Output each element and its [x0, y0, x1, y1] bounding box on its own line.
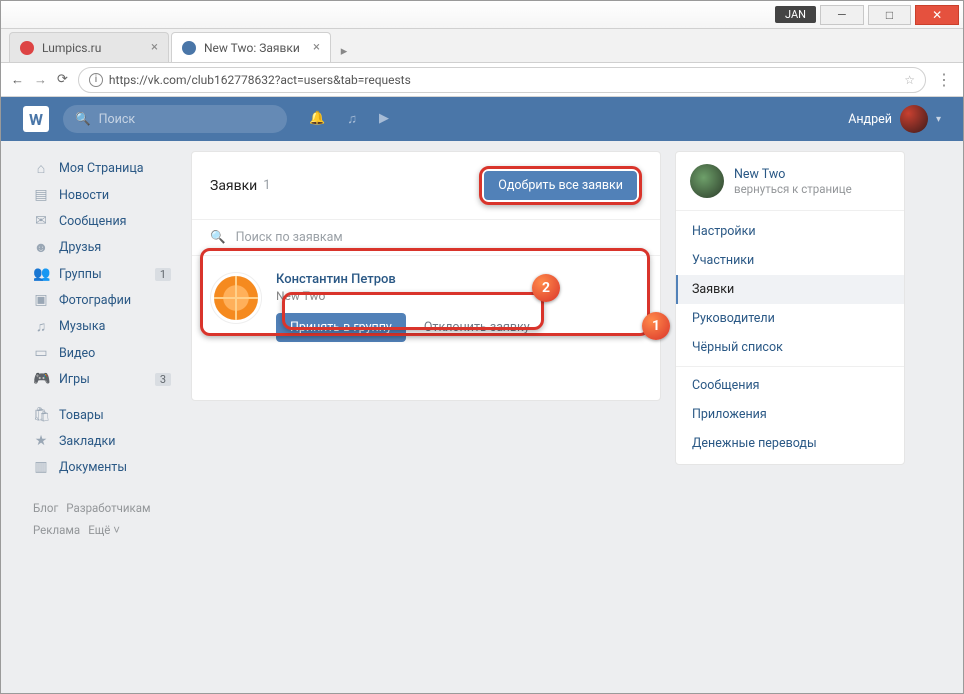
- new-tab-button[interactable]: ▸: [333, 40, 355, 62]
- rmenu-settings[interactable]: Настройки: [676, 217, 904, 246]
- vk-topbar: W 🔍 Поиск 🔔 ♫ ▶ Андрей ▾: [1, 97, 963, 141]
- music-nav-icon: ♫: [33, 318, 49, 335]
- search-placeholder: Поиск по заявкам: [236, 230, 343, 245]
- video-icon: ▭: [33, 345, 49, 361]
- games-icon: 🎮: [33, 371, 49, 387]
- group-name: New Two: [734, 167, 852, 182]
- nav-games[interactable]: 🎮Игры3: [27, 366, 177, 392]
- messages-icon: ✉: [33, 213, 49, 229]
- badge: 3: [155, 373, 171, 386]
- bookmarks-icon: ★: [33, 433, 49, 449]
- player-icon[interactable]: ▶: [379, 111, 389, 127]
- news-icon: ▤: [33, 187, 49, 203]
- photos-icon: ▣: [33, 292, 49, 308]
- home-icon: ⌂: [33, 160, 49, 177]
- nav-groups[interactable]: 👥Группы1: [27, 261, 177, 287]
- nav-goods[interactable]: 🛍Товары: [27, 402, 177, 428]
- reload-icon[interactable]: ⟳: [57, 72, 68, 87]
- window-titlebar: JAN — □ ✕: [1, 1, 963, 29]
- footer-link[interactable]: Блог: [33, 501, 58, 515]
- window-close-button[interactable]: ✕: [915, 5, 959, 25]
- window-maximize-button[interactable]: □: [868, 5, 912, 25]
- browser-tab-vk[interactable]: New Two: Заявки ×: [171, 32, 331, 62]
- tab-close-icon[interactable]: ×: [313, 40, 320, 55]
- vk-search-input[interactable]: 🔍 Поиск: [63, 105, 287, 133]
- browser-menu-icon[interactable]: ⋮: [936, 70, 953, 89]
- requests-panel: Заявки 1 Одобрить все заявки 🔍 Поиск по …: [191, 151, 661, 401]
- annotation-num-1: 1: [642, 312, 670, 340]
- search-placeholder: Поиск: [99, 112, 136, 127]
- site-info-icon[interactable]: i: [89, 73, 103, 87]
- right-card: New Two вернуться к странице Настройки У…: [675, 151, 905, 465]
- nav-bookmarks[interactable]: ★Закладки: [27, 428, 177, 454]
- rmenu-blacklist[interactable]: Чёрный список: [676, 333, 904, 362]
- documents-icon: ▥: [33, 459, 49, 475]
- left-footer: Блог Разработчикам Реклама Ещё ˅: [27, 498, 177, 542]
- nav-friends[interactable]: ☻Друзья: [27, 234, 177, 261]
- chevron-down-icon: ▾: [936, 114, 941, 125]
- annotation-num-2: 2: [532, 274, 560, 302]
- nav-messages[interactable]: ✉Сообщения: [27, 208, 177, 234]
- favicon-icon: [182, 41, 196, 55]
- group-back-link[interactable]: вернуться к странице: [734, 182, 852, 196]
- group-header[interactable]: New Two вернуться к странице: [676, 152, 904, 211]
- nav-video[interactable]: ▭Видео: [27, 340, 177, 366]
- approve-all-button[interactable]: Одобрить все заявки: [484, 171, 637, 200]
- left-nav: ⌂Моя Страница ▤Новости ✉Сообщения ☻Друзь…: [27, 151, 177, 693]
- browser-tab-lumpics[interactable]: Lumpics.ru ×: [9, 32, 169, 62]
- music-icon[interactable]: ♫: [347, 111, 357, 127]
- tab-title: New Two: Заявки: [204, 41, 300, 55]
- footer-link[interactable]: Ещё ˅: [88, 523, 120, 537]
- bookmark-star-icon[interactable]: ☆: [904, 73, 915, 87]
- browser-tabstrip: Lumpics.ru × New Two: Заявки × ▸: [1, 29, 963, 63]
- avatar: [900, 105, 928, 133]
- nav-my-page[interactable]: ⌂Моя Страница: [27, 155, 177, 182]
- tab-title: Lumpics.ru: [42, 41, 101, 55]
- menu-separator: [676, 366, 904, 367]
- rmenu-messages[interactable]: Сообщения: [676, 371, 904, 400]
- favicon-icon: [20, 41, 34, 55]
- nav-photos[interactable]: ▣Фотографии: [27, 287, 177, 313]
- titlebar-month: JAN: [775, 6, 816, 23]
- browser-address-bar: ← → ⟳ i https://vk.com/club162778632?act…: [1, 63, 963, 97]
- groups-icon: 👥: [33, 266, 49, 282]
- rmenu-transfers[interactable]: Денежные переводы: [676, 429, 904, 458]
- panel-count: 1: [263, 178, 270, 193]
- window-minimize-button[interactable]: —: [820, 5, 864, 25]
- url-text: https://vk.com/club162778632?act=users&t…: [109, 73, 411, 87]
- badge: 1: [155, 268, 171, 281]
- goods-icon: 🛍: [33, 407, 49, 423]
- panel-title: Заявки: [210, 178, 257, 194]
- url-input[interactable]: i https://vk.com/club162778632?act=users…: [78, 67, 926, 93]
- search-icon: 🔍: [75, 112, 91, 127]
- friends-icon: ☻: [33, 239, 49, 256]
- search-icon: 🔍: [210, 230, 226, 245]
- highlight-approve-all: Одобрить все заявки: [479, 166, 642, 205]
- nav-documents[interactable]: ▥Документы: [27, 454, 177, 480]
- tab-close-icon[interactable]: ×: [151, 40, 158, 55]
- rmenu-members[interactable]: Участники: [676, 246, 904, 275]
- nav-music[interactable]: ♫Музыка: [27, 313, 177, 340]
- footer-link[interactable]: Реклама: [33, 523, 80, 537]
- footer-link[interactable]: Разработчикам: [66, 501, 150, 515]
- rmenu-apps[interactable]: Приложения: [676, 400, 904, 429]
- nav-back-icon[interactable]: ←: [11, 72, 24, 88]
- nav-news[interactable]: ▤Новости: [27, 182, 177, 208]
- right-menu: Настройки Участники Заявки Руководители …: [676, 211, 904, 464]
- orange-icon: [214, 276, 258, 320]
- nav-forward-icon[interactable]: →: [34, 72, 47, 88]
- vk-user-menu[interactable]: Андрей ▾: [848, 105, 941, 133]
- username: Андрей: [848, 112, 892, 127]
- highlight-action-buttons: [282, 292, 544, 330]
- group-avatar: [690, 164, 724, 198]
- rmenu-managers[interactable]: Руководители: [676, 304, 904, 333]
- vk-logo-icon[interactable]: W: [23, 106, 49, 132]
- notifications-icon[interactable]: 🔔: [309, 111, 325, 127]
- rmenu-requests[interactable]: Заявки: [676, 275, 904, 304]
